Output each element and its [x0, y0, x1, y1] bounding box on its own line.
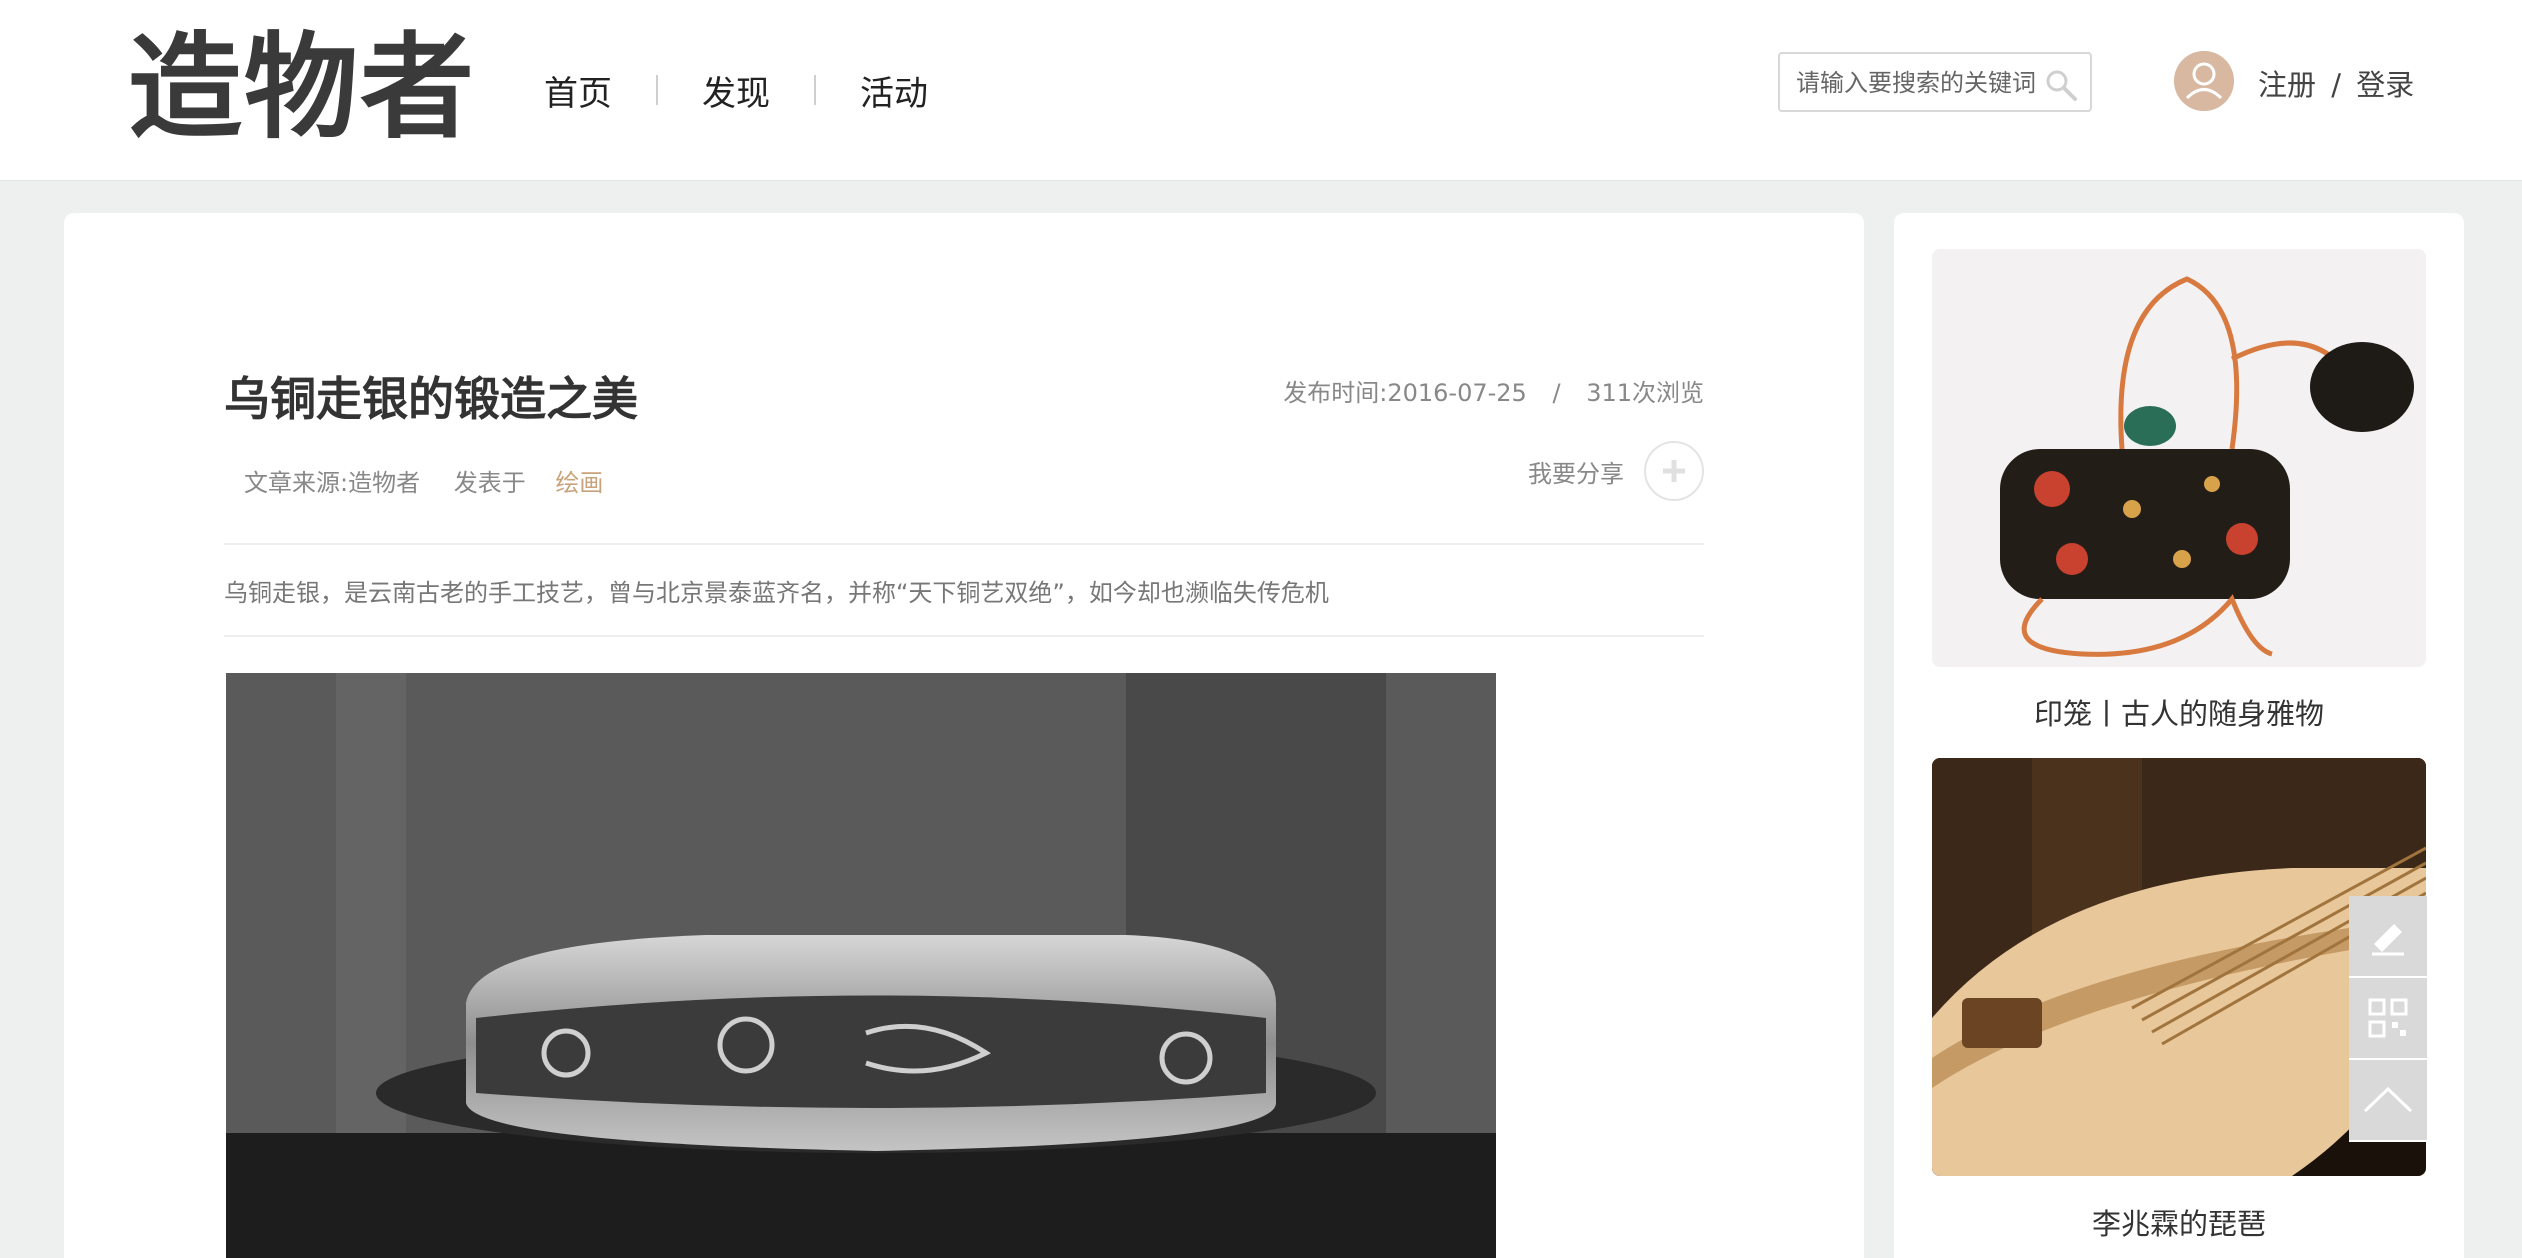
publish-time: 发布时间:2016-07-25 — [1283, 379, 1527, 407]
article-card: 乌铜走银的锻造之美 发布时间:2016-07-25 / 311次浏览 文章来源:… — [64, 213, 1864, 1258]
nav-discover[interactable]: 发现 — [658, 66, 814, 115]
inro-image — [2000, 276, 2414, 657]
divider — [224, 543, 1704, 545]
article-summary: 乌铜走银，是云南古老的手工技艺，曾与北京景泰蓝齐名，并称“天下铜艺双绝”，如今却… — [224, 579, 1329, 607]
qr-code-button[interactable] — [2349, 978, 2427, 1060]
login-link[interactable]: 登录 — [2356, 68, 2414, 102]
main-nav: 首页 发现 活动 — [500, 60, 972, 120]
recommend-card-title[interactable]: 李兆霖的琵琶 — [1932, 1201, 2426, 1243]
write-button[interactable] — [2349, 896, 2427, 978]
published-in-label: 发表于 — [453, 469, 526, 497]
floating-toolbar — [2349, 896, 2427, 1142]
back-to-top-icon — [2363, 1086, 2413, 1113]
share-area: 我要分享 — [1528, 441, 1704, 501]
article-source: 文章来源:造物者 — [244, 469, 421, 497]
article-title: 乌铜走银的锻造之美 — [224, 372, 638, 426]
category-link[interactable]: 绘画 — [555, 469, 603, 497]
recommend-card-image[interactable] — [1932, 249, 2426, 667]
site-logo[interactable]: 造物者 — [128, 22, 476, 152]
share-label: 我要分享 — [1528, 459, 1624, 488]
recommend-card-title[interactable]: 印笼丨古人的随身雅物 — [1932, 691, 2426, 733]
divider — [224, 635, 1704, 637]
article-source-row: 文章来源:造物者 发表于 绘画 — [244, 463, 603, 498]
edit-icon — [2372, 924, 2404, 956]
article-meta: 发布时间:2016-07-25 / 311次浏览 — [1283, 373, 1704, 408]
register-link[interactable]: 注册 — [2258, 68, 2316, 102]
plus-icon — [1663, 460, 1685, 482]
search-input[interactable] — [1794, 62, 2038, 104]
auth-links: 注册 / 登录 — [2258, 62, 2414, 104]
search-icon[interactable] — [2044, 68, 2078, 102]
view-count: 311次浏览 — [1586, 379, 1704, 407]
nav-activities[interactable]: 活动 — [816, 66, 972, 115]
qr-code-icon — [2368, 998, 2408, 1038]
article-hero-image — [226, 673, 1496, 1258]
user-avatar-icon[interactable] — [2174, 51, 2234, 111]
auth-separator: / — [2331, 68, 2342, 102]
nav-home[interactable]: 首页 — [500, 66, 656, 115]
meta-separator: / — [1552, 379, 1561, 407]
silver-bracelet-image — [226, 673, 1496, 1258]
back-to-top-button[interactable] — [2349, 1060, 2427, 1142]
site-header: 造物者 首页 发现 活动 注册 / 登录 — [0, 0, 2522, 180]
share-button[interactable] — [1644, 441, 1704, 501]
search-box — [1778, 52, 2092, 112]
